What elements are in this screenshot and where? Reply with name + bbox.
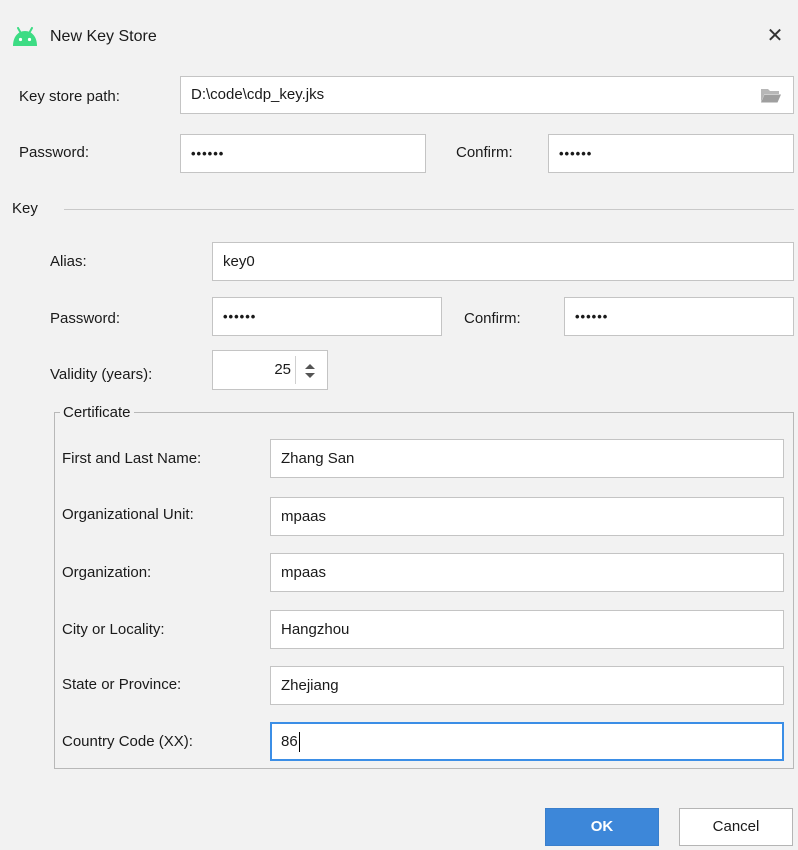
country-code-input[interactable]: 86 <box>270 722 784 761</box>
organizational-unit-input[interactable]: mpaas <box>270 497 784 536</box>
key-password-label: Password: <box>50 310 121 327</box>
state-input[interactable]: Zhejiang <box>270 666 784 705</box>
keystore-password-value: •••••• <box>191 146 225 161</box>
state-value: Zhejiang <box>281 677 339 694</box>
organization-label: Organization: <box>62 564 152 581</box>
organization-value: mpaas <box>281 564 327 581</box>
keystore-password-label: Password: <box>19 144 90 161</box>
alias-input[interactable]: key0 <box>212 242 794 281</box>
city-value: Hangzhou <box>281 621 350 638</box>
spinner-divider <box>295 356 296 384</box>
key-section-title: Key <box>12 200 38 217</box>
dialog-title: New Key Store <box>50 28 157 45</box>
validity-label: Validity (years): <box>50 366 153 383</box>
key-store-path-label: Key store path: <box>19 88 120 105</box>
key-section-divider <box>64 209 794 210</box>
keystore-confirm-label: Confirm: <box>456 144 513 161</box>
cancel-button[interactable]: Cancel <box>679 808 793 846</box>
organizational-unit-value: mpaas <box>281 508 327 525</box>
close-icon: ✕ <box>766 25 784 47</box>
text-caret <box>298 732 300 753</box>
ok-button[interactable]: OK <box>545 808 659 846</box>
key-store-path-input[interactable]: D:\code\cdp_key.jks <box>180 76 794 114</box>
keystore-password-input[interactable]: •••••• <box>180 134 426 173</box>
key-confirm-input[interactable]: •••••• <box>564 297 794 336</box>
key-password-input[interactable]: •••••• <box>212 297 442 336</box>
close-button[interactable]: ✕ <box>760 22 790 50</box>
key-confirm-label: Confirm: <box>464 310 521 327</box>
key-confirm-value: •••••• <box>575 309 609 324</box>
first-last-name-label: First and Last Name: <box>62 450 202 467</box>
organization-input[interactable]: mpaas <box>270 553 784 592</box>
android-icon <box>13 27 37 46</box>
validity-value: 25 <box>274 361 291 378</box>
alias-value: key0 <box>223 253 255 270</box>
folder-icon[interactable] <box>760 86 782 104</box>
organizational-unit-label: Organizational Unit: <box>62 506 194 523</box>
new-key-store-dialog: New Key Store ✕ Key store path: D:\code\… <box>0 0 798 850</box>
country-code-value: 86 <box>281 733 298 750</box>
keystore-confirm-value: •••••• <box>559 146 593 161</box>
keystore-confirm-input[interactable]: •••••• <box>548 134 794 173</box>
state-label: State or Province: <box>62 676 182 693</box>
alias-label: Alias: <box>50 253 87 270</box>
city-label: City or Locality: <box>62 621 165 638</box>
certificate-group-title: Certificate <box>60 403 134 423</box>
country-code-label: Country Code (XX): <box>62 733 193 750</box>
key-password-value: •••••• <box>223 309 257 324</box>
title-bar: New Key Store ✕ <box>0 0 798 76</box>
first-last-name-value: Zhang San <box>281 450 355 467</box>
city-input[interactable]: Hangzhou <box>270 610 784 649</box>
first-last-name-input[interactable]: Zhang San <box>270 439 784 478</box>
spinner-arrows-icon[interactable] <box>299 359 321 383</box>
validity-spinner[interactable]: 25 <box>212 350 328 390</box>
key-store-path-value: D:\code\cdp_key.jks <box>191 86 325 103</box>
